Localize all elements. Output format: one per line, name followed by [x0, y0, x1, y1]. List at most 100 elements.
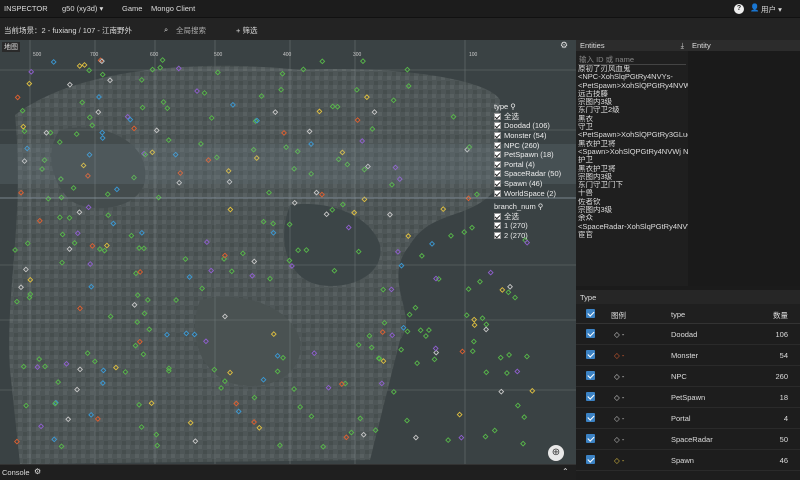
type-count: 260 [775, 372, 788, 381]
console-panel[interactable]: Console ⚙ ⌃ [0, 464, 576, 480]
entity-header: Entity [688, 40, 800, 51]
checkbox[interactable] [494, 132, 501, 140]
entity-list-item[interactable]: <PetSpawn>XohSlQPGtRy4NVW [576, 82, 688, 90]
type-filter-item[interactable]: Monster (54) [494, 131, 566, 141]
type-filter-all[interactable]: 全选 [494, 112, 566, 122]
entity-list-item[interactable]: 黑衣护卫将 [576, 165, 688, 173]
user-icon[interactable]: 👤 [750, 3, 759, 12]
branch-filter-all[interactable]: 全选 [494, 212, 566, 222]
type-filter-item[interactable]: Doodad (106) [494, 121, 566, 131]
top-bar: INSPECTOR g50 (xy3d) ▾ Game Mongo Client… [0, 0, 800, 18]
mongo-client-menu[interactable]: Mongo Client [151, 4, 195, 13]
checkbox[interactable] [494, 222, 501, 230]
checkbox[interactable] [494, 232, 501, 240]
filter-icon[interactable]: ⚲ [538, 202, 544, 211]
type-filter-item[interactable]: NPC (260) [494, 140, 566, 150]
branch-filter-item[interactable]: 1 (270) [494, 221, 566, 231]
portal-icon: ◇ - [614, 414, 625, 423]
entity-list-item[interactable]: 佐者钦 [576, 198, 688, 206]
type-filter-item[interactable]: Spawn (46) [494, 179, 566, 189]
select-all-checkbox[interactable] [586, 309, 595, 318]
locate-icon[interactable]: ⊕ [548, 445, 564, 461]
entity-list-item[interactable]: 黑衣护卫将 [576, 140, 688, 148]
row-checkbox[interactable] [586, 371, 595, 380]
help-icon[interactable]: ? [734, 4, 744, 14]
entity-list-item[interactable]: 东门守卫门下 [576, 181, 688, 189]
checkbox[interactable] [494, 151, 501, 159]
checkbox[interactable] [494, 180, 501, 188]
checkbox[interactable] [494, 141, 501, 149]
x-tick-label: 400 [283, 52, 292, 58]
checkbox[interactable] [494, 112, 501, 120]
checkbox[interactable] [494, 212, 501, 220]
type-filter-item[interactable]: SpaceRadar (50) [494, 169, 566, 179]
type-filter-item[interactable]: Portal (4) [494, 160, 566, 170]
branch-filter-item[interactable]: 2 (270) [494, 231, 566, 241]
x-tick-label: 500 [214, 52, 223, 58]
app-title: INSPECTOR [4, 4, 48, 13]
current-scene[interactable]: 当前场景：2 - fuxiang / 107 - 江南野外 [4, 25, 132, 36]
type-count: 54 [779, 351, 788, 360]
settings-gear-icon[interactable]: ⚙ [560, 40, 568, 51]
entity-list-item[interactable]: 宗图内3级 [576, 173, 688, 181]
type-filter-item[interactable]: WorldSpace (2) [494, 188, 566, 198]
type-table-row[interactable]: ◇ - Spawn 46 [576, 450, 800, 471]
header-count[interactable]: 数量 [773, 310, 788, 321]
row-checkbox[interactable] [586, 350, 595, 359]
entity-list-item[interactable]: 守卫 [576, 123, 688, 131]
type-name: Portal [671, 414, 691, 423]
entity-list-item[interactable]: 远古技藤 [576, 90, 688, 98]
entity-list-item[interactable]: 东门守卫2级 [576, 106, 688, 114]
type-name: NPC [671, 372, 687, 381]
search-icon[interactable]: ⌕ [164, 25, 168, 35]
entity-list-item[interactable]: 护卫 [576, 156, 688, 164]
checkbox[interactable] [494, 122, 501, 130]
map-canvas[interactable] [0, 40, 576, 464]
user-name[interactable]: 用户 ▾ [761, 4, 782, 15]
global-search-input[interactable]: 全局搜索 [176, 25, 206, 36]
entity-list-item[interactable]: <NPC-XohSlqPGtRy4NVYs- [576, 73, 688, 81]
type-table-row[interactable]: ◇ - Doodad 106 [576, 324, 800, 345]
type-name: Monster [671, 351, 699, 360]
chevron-down-icon: ▾ [99, 4, 104, 13]
row-checkbox[interactable] [586, 413, 595, 422]
entity-list-item[interactable]: <PetSpawn>XohSlQPGtRy3GLuc [576, 131, 688, 139]
entity-list-item[interactable]: 原初了刃风血鬼 [576, 65, 688, 73]
entity-list-item[interactable]: 黑衣 [576, 115, 688, 123]
row-checkbox[interactable] [586, 329, 595, 338]
map-filter-legend[interactable]: type ⚲ 全选 Doodad (106) Monster (54) NPC (2… [494, 102, 566, 240]
entity-list-item[interactable]: <SpaceRadar-XohSlqPGtRy4NVW [576, 223, 688, 231]
download-icon[interactable]: ⤓ [681, 41, 684, 51]
row-checkbox[interactable] [586, 392, 595, 401]
type-table-row[interactable]: ◇ - SpaceRadar 50 [576, 429, 800, 450]
row-checkbox[interactable] [586, 455, 595, 464]
checkbox[interactable] [494, 189, 501, 197]
checkbox[interactable] [494, 170, 501, 178]
type-panel: Type 图例 type 数量 ◇ - Doodad 106 ◇ - Monster 54… [576, 290, 800, 480]
checkbox[interactable] [494, 160, 501, 168]
server-select[interactable]: g50 (xy3d) ▾ [62, 4, 103, 13]
console-icon[interactable]: ⚙ [34, 467, 41, 476]
header-type[interactable]: type [671, 310, 685, 319]
diamond-icon: ◇ - [614, 330, 625, 339]
type-table-header: 图例 type 数量 [576, 304, 800, 324]
type-table-row[interactable]: ◇ - PetSpawn 18 [576, 387, 800, 408]
row-checkbox[interactable] [586, 434, 595, 443]
type-count: 46 [779, 456, 788, 465]
entity-list-item[interactable]: <Spawn>XohSlQPGtRy4NVWj N [576, 148, 688, 156]
entities-list: 原初了刃风血鬼 <NPC-XohSlqPGtRy4NVYs- <PetSpawn>X… [576, 65, 688, 239]
entity-list-item[interactable]: 十兽 [576, 189, 688, 197]
type-table-row[interactable]: ◇ - Portal 4 [576, 408, 800, 429]
type-table-row[interactable]: ◇ - NPC 260 [576, 366, 800, 387]
entity-list-item[interactable]: 宦官 [576, 231, 688, 239]
type-table-row[interactable]: ◇ - Monster 54 [576, 345, 800, 366]
entity-list-item[interactable]: 余众 [576, 214, 688, 222]
filter-button[interactable]: + 筛选 [236, 25, 257, 36]
chevron-up-icon[interactable]: ⌃ [562, 467, 569, 476]
game-menu[interactable]: Game [122, 4, 142, 13]
entity-search-input[interactable]: 输入 ID 或 name [578, 53, 686, 65]
entity-list-item[interactable]: 宗图内3级 [576, 206, 688, 214]
map-view[interactable]: 地图 500 700 600 500 400 300 100 type ⚲ 全选 Dooda… [0, 40, 576, 464]
type-filter-item[interactable]: PetSpawn (18) [494, 150, 566, 160]
entity-list-item[interactable]: 宗图内3级 [576, 98, 688, 106]
